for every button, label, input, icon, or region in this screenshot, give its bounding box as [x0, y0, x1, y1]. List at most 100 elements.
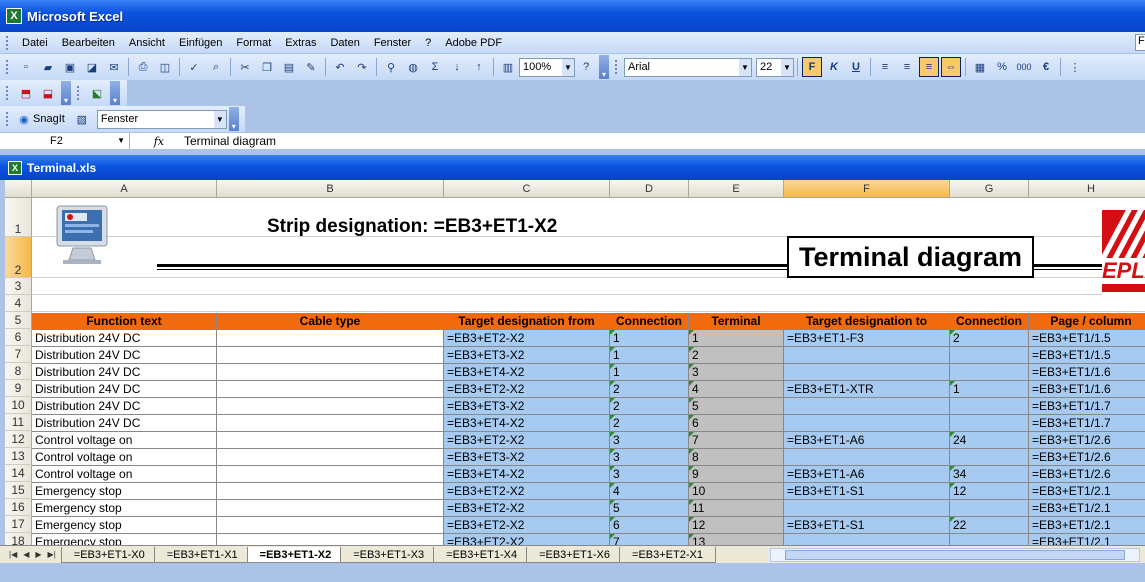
row-header-6[interactable]: 6	[5, 329, 32, 346]
table-cell[interactable]: =EB3+ET2-X2	[444, 483, 610, 500]
row-header-14[interactable]: 14	[5, 465, 32, 482]
table-cell[interactable]: 8	[689, 449, 784, 466]
italic-button[interactable]: K	[824, 57, 844, 77]
table-cell[interactable]: =EB3+ET1-A6	[784, 466, 950, 483]
table-header-cell[interactable]: Target designation to	[784, 313, 950, 330]
table-cell[interactable]: =EB3+ET3-X2	[444, 449, 610, 466]
euro-button[interactable]: €	[1036, 57, 1056, 77]
toolbar-grip[interactable]	[6, 60, 9, 74]
scrollbar-thumb[interactable]	[785, 550, 1125, 560]
undo-icon[interactable]: ↶	[330, 57, 350, 77]
chevron-down-icon[interactable]: ▼	[562, 58, 574, 76]
snagit-label[interactable]: SnagIt	[33, 113, 65, 125]
table-cell[interactable]	[784, 364, 950, 381]
print-icon[interactable]: ⎙	[133, 57, 153, 77]
table-cell[interactable]: 3	[610, 432, 689, 449]
table-cell[interactable]: 2	[950, 330, 1029, 347]
table-cell[interactable]	[217, 330, 444, 347]
table-cell[interactable]: Distribution 24V DC	[32, 381, 217, 398]
table-cell[interactable]: =EB3+ET1/2.6	[1029, 449, 1145, 466]
table-cell[interactable]: =EB3+ET2-X2	[444, 517, 610, 534]
chevron-down-icon[interactable]: ▼	[117, 133, 125, 149]
table-cell[interactable]	[217, 415, 444, 432]
redo-icon[interactable]: ↷	[352, 57, 372, 77]
sheet-tab[interactable]: =EB3+ET1-X3	[340, 546, 438, 563]
pdf2-toolbar-options-icon[interactable]: ▾	[110, 81, 120, 105]
formula-input[interactable]: Terminal diagram	[170, 134, 276, 148]
table-cell[interactable]: =EB3+ET3-X2	[444, 398, 610, 415]
table-cell[interactable]	[950, 449, 1029, 466]
table-cell[interactable]: 13	[689, 534, 784, 545]
table-cell[interactable]	[784, 534, 950, 545]
sort-descending-icon[interactable]: ↑	[469, 57, 489, 77]
table-cell[interactable]: Distribution 24V DC	[32, 398, 217, 415]
next-sheet-icon[interactable]: ▶	[35, 550, 41, 559]
table-cell[interactable]: 3	[689, 364, 784, 381]
help-icon[interactable]: ?	[576, 57, 596, 77]
spelling-icon[interactable]: ✓	[184, 57, 204, 77]
table-cell[interactable]: =EB3+ET1/1.6	[1029, 381, 1145, 398]
row-header-11[interactable]: 11	[5, 414, 32, 431]
toolbar-grip-format[interactable]	[615, 60, 618, 74]
table-cell[interactable]: 1	[610, 330, 689, 347]
pdf-email-icon[interactable]: ⬓	[38, 83, 58, 103]
column-header-e[interactable]: E	[689, 180, 784, 198]
prev-sheet-icon[interactable]: ◀	[23, 550, 29, 559]
menu-item-1[interactable]: Bearbeiten	[55, 37, 122, 49]
table-cell[interactable]	[950, 364, 1029, 381]
menu-item-8[interactable]: ?	[418, 37, 438, 49]
row-header-5[interactable]: 5	[5, 312, 32, 329]
table-cell[interactable]: =EB3+ET2-X2	[444, 381, 610, 398]
column-header-a[interactable]: A	[32, 180, 217, 198]
table-cell[interactable]: =EB3+ET1/1.7	[1029, 398, 1145, 415]
sheet-tab[interactable]: =EB3+ET1-X2	[246, 546, 345, 563]
row-header-1[interactable]: 1	[5, 198, 32, 237]
horizontal-scrollbar[interactable]	[770, 548, 1140, 562]
email-icon[interactable]: ✉	[104, 57, 124, 77]
column-header-f[interactable]: F	[784, 180, 950, 198]
diagram-title-cell[interactable]: Terminal diagram	[787, 236, 1034, 278]
table-cell[interactable]: 1	[689, 330, 784, 347]
new-icon[interactable]: ▫	[16, 57, 36, 77]
table-cell[interactable]: Control voltage on	[32, 466, 217, 483]
table-cell[interactable]: 9	[689, 466, 784, 483]
sheet-tab[interactable]: =EB3+ET2-X1	[619, 546, 716, 563]
table-cell[interactable]: Control voltage on	[32, 432, 217, 449]
table-cell[interactable]: Distribution 24V DC	[32, 330, 217, 347]
table-cell[interactable]: 11	[689, 500, 784, 517]
table-header-cell[interactable]: Page / column	[1029, 313, 1145, 330]
table-cell[interactable]	[784, 415, 950, 432]
select-all-corner[interactable]	[5, 180, 32, 198]
table-cell[interactable]: 3	[610, 449, 689, 466]
table-cell[interactable]: =EB3+ET1/2.1	[1029, 500, 1145, 517]
table-cell[interactable]	[217, 381, 444, 398]
sheet-tab[interactable]: =EB3+ET1-X0	[60, 546, 158, 563]
table-cell[interactable]: =EB3+ET1/1.7	[1029, 415, 1145, 432]
table-cell[interactable]: =EB3+ET2-X2	[444, 330, 610, 347]
table-cell[interactable]: 1	[610, 364, 689, 381]
pdf-toolbar-options-icon[interactable]: ▾	[61, 81, 71, 105]
thousands-button[interactable]: 000	[1014, 57, 1034, 77]
table-cell[interactable]	[950, 398, 1029, 415]
table-cell[interactable]: =EB3+ET1/2.6	[1029, 466, 1145, 483]
table-cell[interactable]: 10	[689, 483, 784, 500]
table-cell[interactable]: =EB3+ET1-A6	[784, 432, 950, 449]
table-cell[interactable]: 6	[610, 517, 689, 534]
table-cell[interactable]: =EB3+ET1/2.1	[1029, 534, 1145, 545]
toolbar-grip-snagit[interactable]	[6, 112, 9, 126]
table-cell[interactable]: =EB3+ET3-X2	[444, 347, 610, 364]
table-cell[interactable]: =EB3+ET1/1.5	[1029, 330, 1145, 347]
save-icon[interactable]: ▣	[60, 57, 80, 77]
table-cell[interactable]: Distribution 24V DC	[32, 415, 217, 432]
table-cell[interactable]: 3	[610, 466, 689, 483]
table-cell[interactable]: 4	[689, 381, 784, 398]
table-cell[interactable]: 1	[950, 381, 1029, 398]
menu-item-9[interactable]: Adobe PDF	[438, 37, 509, 49]
table-header-cell[interactable]: Connection	[610, 313, 689, 330]
row-header-9[interactable]: 9	[5, 380, 32, 397]
pdf-convert-icon[interactable]: ⬒	[16, 83, 36, 103]
row-header-3[interactable]: 3	[5, 278, 32, 295]
table-cell[interactable]: Control voltage on	[32, 449, 217, 466]
last-sheet-icon[interactable]: ▶|	[48, 550, 56, 559]
table-cell[interactable]: 12	[689, 517, 784, 534]
